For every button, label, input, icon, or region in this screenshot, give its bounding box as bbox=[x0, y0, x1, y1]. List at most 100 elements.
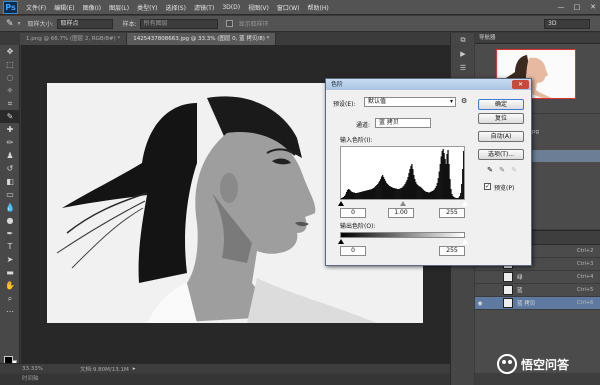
black-eyedropper-icon[interactable]: ✎ bbox=[486, 166, 494, 175]
crop-tool-icon[interactable]: ⌗ bbox=[0, 97, 20, 110]
preview-label: 预览(P) bbox=[494, 185, 515, 192]
menu-type[interactable]: 类型(Y) bbox=[133, 3, 161, 12]
maximize-button[interactable]: □ bbox=[570, 2, 584, 12]
eyedropper-icon[interactable]: ✎ bbox=[6, 19, 14, 29]
channel-shortcut: Ctrl+2 bbox=[577, 248, 594, 254]
preset-dropdown-icon: ▾ bbox=[450, 98, 454, 105]
channel-select[interactable]: 蓝 拷贝 bbox=[375, 118, 431, 128]
menu-edit[interactable]: 编辑(E) bbox=[50, 3, 78, 12]
tools-panel: ✥ ⬚ ◌ ✧ ⌗ ✎ ✚ ✏ ♟ ↺ ◧ ▭ 💧 ● ✒ T ➤ ▬ ✋ ⌕ … bbox=[0, 45, 20, 369]
menu-3d[interactable]: 3D(D) bbox=[218, 4, 244, 11]
path-select-tool-icon[interactable]: ➤ bbox=[0, 253, 20, 266]
sample-label: 样本: bbox=[122, 21, 137, 28]
ok-button[interactable]: 确定 bbox=[478, 99, 524, 110]
channel-row-blue-copy[interactable]: ◉ 蓝 拷贝 Ctrl+6 bbox=[475, 297, 600, 310]
channel-shortcut: Ctrl+5 bbox=[577, 287, 594, 293]
white-eyedropper-icon[interactable]: ✎ bbox=[510, 166, 518, 175]
watermark-text: 悟空问答 bbox=[521, 357, 570, 372]
menu-image[interactable]: 图像(I) bbox=[79, 3, 105, 12]
menu-file[interactable]: 文件(F) bbox=[22, 3, 50, 12]
channel-name: 绿 bbox=[517, 275, 523, 281]
tab-doc-2[interactable]: 1425437808663.jpg @ 33.3% (图层 0, 蓝 拷贝/8)… bbox=[127, 33, 277, 45]
levels-dialog: 色阶 ✕ 预设(E): 默认值 ▾ ⚙ 通道: 蓝 拷贝 输入色阶(I): 0 … bbox=[325, 78, 532, 266]
menu-window[interactable]: 窗口(W) bbox=[273, 3, 304, 12]
output-white-slider[interactable] bbox=[462, 239, 468, 244]
menu-bar: Ps 文件(F) 编辑(E) 图像(I) 图层(L) 类型(Y) 选择(S) 滤… bbox=[0, 0, 600, 15]
move-tool-icon[interactable]: ✥ bbox=[0, 45, 20, 58]
channel-name: 蓝 bbox=[517, 288, 523, 294]
sample-size-select[interactable]: 取样点 bbox=[56, 18, 113, 29]
document-tabs: 1.png @ 66.7% (图层 2, RGB/8#) * 142543780… bbox=[20, 33, 450, 45]
gray-eyedropper-icon[interactable]: ✎ bbox=[498, 166, 506, 175]
channel-thumbnail bbox=[503, 272, 513, 282]
properties-panel-icon[interactable]: ☰ bbox=[451, 61, 475, 75]
eyedropper-tool-icon[interactable]: ✎ bbox=[0, 110, 20, 123]
output-levels-label: 输出色阶(O): bbox=[340, 223, 376, 230]
brush-tool-icon[interactable]: ✏ bbox=[0, 136, 20, 149]
menu-help[interactable]: 帮助(H) bbox=[304, 3, 333, 12]
navigator-title[interactable]: 导航器 bbox=[475, 33, 600, 44]
reset-button[interactable]: 复位 bbox=[478, 113, 524, 124]
workspace-select[interactable]: 3D bbox=[544, 18, 590, 29]
healing-brush-tool-icon[interactable]: ✚ bbox=[0, 123, 20, 136]
clone-stamp-tool-icon[interactable]: ♟ bbox=[0, 149, 20, 162]
pen-tool-icon[interactable]: ✒ bbox=[0, 227, 20, 240]
hand-tool-icon[interactable]: ✋ bbox=[0, 279, 20, 292]
sample-select[interactable]: 所有图层 bbox=[139, 18, 218, 29]
lasso-tool-icon[interactable]: ◌ bbox=[0, 71, 20, 84]
input-black-field[interactable]: 0 bbox=[340, 208, 366, 218]
status-arrow-icon[interactable]: ▸ bbox=[133, 366, 136, 372]
preset-options-icon[interactable]: ⚙ bbox=[461, 97, 467, 105]
gradient-tool-icon[interactable]: ▭ bbox=[0, 188, 20, 201]
menu-view[interactable]: 视图(V) bbox=[244, 3, 273, 12]
channel-label: 通道: bbox=[356, 122, 371, 129]
eraser-tool-icon[interactable]: ◧ bbox=[0, 175, 20, 188]
menu-select[interactable]: 选择(S) bbox=[161, 3, 190, 12]
history-brush-tool-icon[interactable]: ↺ bbox=[0, 162, 20, 175]
history-panel-icon[interactable]: ⧉ bbox=[451, 33, 475, 47]
rectangle-tool-icon[interactable]: ▬ bbox=[0, 266, 20, 279]
sample-size-label: 取样大小: bbox=[27, 21, 54, 28]
menu-layer[interactable]: 图层(L) bbox=[105, 3, 133, 12]
input-white-slider[interactable] bbox=[462, 201, 468, 206]
channel-row-blue[interactable]: 蓝 Ctrl+5 bbox=[475, 284, 600, 297]
actions-panel-icon[interactable]: ▶ bbox=[451, 47, 475, 61]
preset-label: 预设(E): bbox=[333, 101, 356, 108]
minimize-button[interactable]: — bbox=[554, 2, 568, 12]
levels-dialog-title: 色阶 bbox=[331, 81, 344, 88]
input-levels-label: 输入色阶(I): bbox=[340, 137, 373, 144]
options-button[interactable]: 选项(T)... bbox=[478, 149, 524, 160]
preset-select[interactable]: 默认值 bbox=[364, 97, 456, 107]
channel-shortcut: Ctrl+3 bbox=[577, 261, 594, 267]
histogram-bar bbox=[463, 151, 465, 199]
preview-checkbox[interactable]: ✓ bbox=[484, 183, 491, 190]
levels-dialog-titlebar[interactable]: 色阶 ✕ bbox=[326, 79, 531, 90]
dialog-close-button[interactable]: ✕ bbox=[512, 80, 529, 89]
close-window-button[interactable]: ✕ bbox=[586, 2, 600, 12]
show-ring-checkbox[interactable] bbox=[225, 20, 233, 27]
quick-select-tool-icon[interactable]: ✧ bbox=[0, 84, 20, 97]
tab-doc-1[interactable]: 1.png @ 66.7% (图层 2, RGB/8#) * bbox=[20, 33, 128, 45]
more-tools-icon[interactable]: ⋯ bbox=[0, 305, 20, 318]
tool-preset-arrow-icon[interactable]: ▾ bbox=[18, 20, 21, 27]
output-white-field[interactable]: 255 bbox=[439, 246, 465, 256]
zoom-level[interactable]: 33.33% bbox=[0, 366, 60, 372]
zoom-tool-icon[interactable]: ⌕ bbox=[0, 292, 20, 305]
dodge-tool-icon[interactable]: ● bbox=[0, 214, 20, 227]
input-black-slider[interactable] bbox=[338, 201, 344, 206]
timeline-tab[interactable]: 时间轴 bbox=[0, 374, 450, 385]
auto-button[interactable]: 自动(A) bbox=[478, 131, 524, 142]
channel-row-green[interactable]: 绿 Ctrl+4 bbox=[475, 271, 600, 284]
output-black-field[interactable]: 0 bbox=[340, 246, 366, 256]
marquee-tool-icon[interactable]: ⬚ bbox=[0, 58, 20, 71]
eye-icon[interactable]: ◉ bbox=[475, 300, 485, 307]
menu-filter[interactable]: 滤镜(T) bbox=[190, 3, 218, 12]
blur-tool-icon[interactable]: 💧 bbox=[0, 201, 20, 214]
wukong-logo-icon bbox=[497, 354, 517, 374]
input-gamma-field[interactable]: 1.00 bbox=[388, 208, 414, 218]
input-gamma-slider[interactable] bbox=[400, 201, 406, 206]
channel-shortcut: Ctrl+6 bbox=[577, 300, 594, 306]
output-black-slider[interactable] bbox=[338, 239, 344, 244]
input-white-field[interactable]: 255 bbox=[439, 208, 465, 218]
type-tool-icon[interactable]: T bbox=[0, 240, 20, 253]
